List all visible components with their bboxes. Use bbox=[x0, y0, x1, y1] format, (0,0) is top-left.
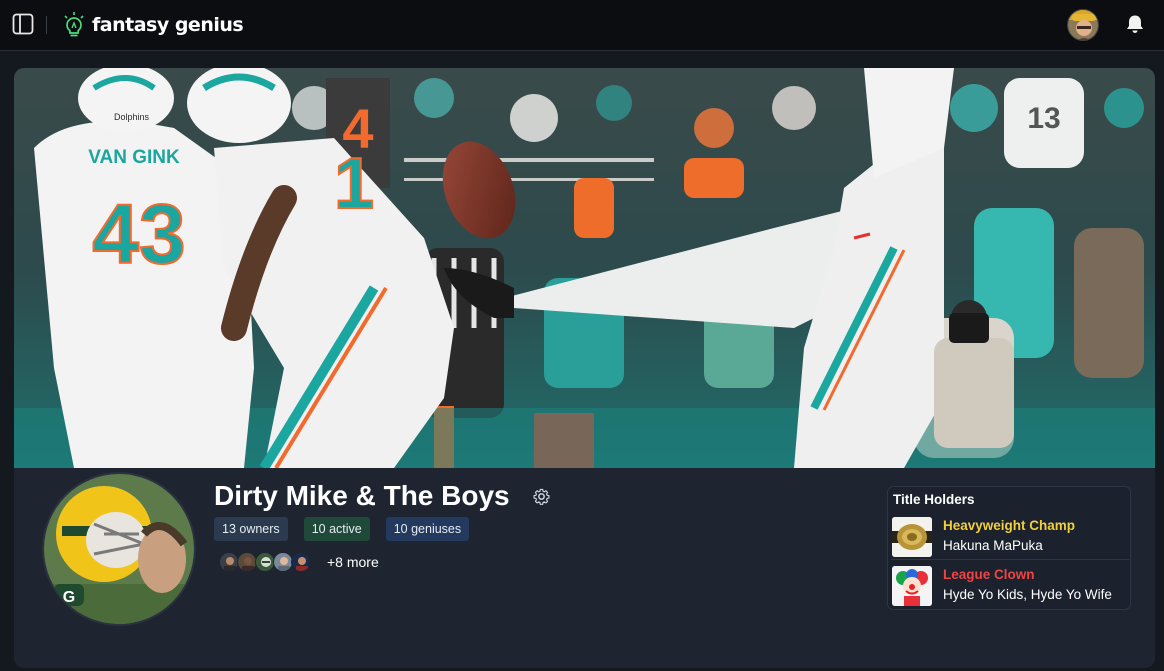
banner-number-13: 13 bbox=[1027, 102, 1060, 135]
league-stats: 13 owners 10 active 10 geniuses bbox=[214, 517, 470, 541]
holder-team[interactable]: Hakuna MaPuka bbox=[943, 538, 1043, 553]
banner-helmet-text: Dolphins bbox=[114, 112, 150, 122]
logo-text: fantasy genius bbox=[92, 14, 244, 36]
holder-team[interactable]: Hyde Yo Kids, Hyde Yo Wife bbox=[943, 587, 1112, 602]
title-holder-row[interactable]: Heavyweight Champ Hakuna MaPuka bbox=[891, 516, 1129, 560]
top-navbar: fantasy genius bbox=[0, 0, 1164, 51]
title-holders-heading: Title Holders bbox=[893, 492, 975, 507]
user-avatar[interactable] bbox=[1067, 9, 1099, 41]
app-logo[interactable]: fantasy genius bbox=[62, 9, 244, 41]
league-logo[interactable]: G bbox=[42, 472, 196, 626]
avatar[interactable] bbox=[273, 552, 293, 572]
banner-number-43: 43 bbox=[92, 187, 185, 281]
title-holder-row[interactable]: League Clown Hyde Yo Kids, Hyde Yo Wife bbox=[891, 565, 1129, 609]
svg-text:G: G bbox=[63, 589, 75, 606]
avatar[interactable] bbox=[291, 552, 311, 572]
avatar[interactable] bbox=[219, 552, 239, 572]
league-title: Dirty Mike & The Boys bbox=[214, 480, 510, 511]
bell-icon[interactable] bbox=[1124, 13, 1146, 35]
league-card: 4 13 43 VAN GINK Dolphins 1 G Dirty Mike… bbox=[14, 68, 1155, 668]
topbar-divider bbox=[46, 16, 47, 34]
geniuses-badge[interactable]: 10 geniuses bbox=[385, 517, 470, 541]
avatar[interactable] bbox=[255, 552, 275, 572]
banner-jersey-name: VAN GINK bbox=[88, 147, 180, 168]
lightbulb-icon bbox=[64, 12, 84, 37]
active-badge[interactable]: 10 active bbox=[303, 517, 370, 541]
sidebar-toggle-icon[interactable] bbox=[12, 13, 34, 35]
clown-image bbox=[892, 566, 932, 606]
holder-title: League Clown bbox=[943, 567, 1035, 582]
gear-icon[interactable] bbox=[533, 488, 550, 505]
holder-title: Heavyweight Champ bbox=[943, 518, 1076, 533]
league-banner-image: 4 13 43 VAN GINK Dolphins 1 bbox=[14, 68, 1155, 468]
member-avatars: +8 more bbox=[219, 552, 379, 572]
avatar[interactable] bbox=[237, 552, 257, 572]
champ-belt-image bbox=[892, 517, 932, 557]
banner-number-partial: 1 bbox=[334, 144, 374, 224]
owners-badge[interactable]: 13 owners bbox=[214, 517, 288, 541]
more-members-link[interactable]: +8 more bbox=[327, 554, 379, 570]
title-holders-panel: Title Holders Heavyweight Champ Hakuna M… bbox=[887, 486, 1131, 610]
